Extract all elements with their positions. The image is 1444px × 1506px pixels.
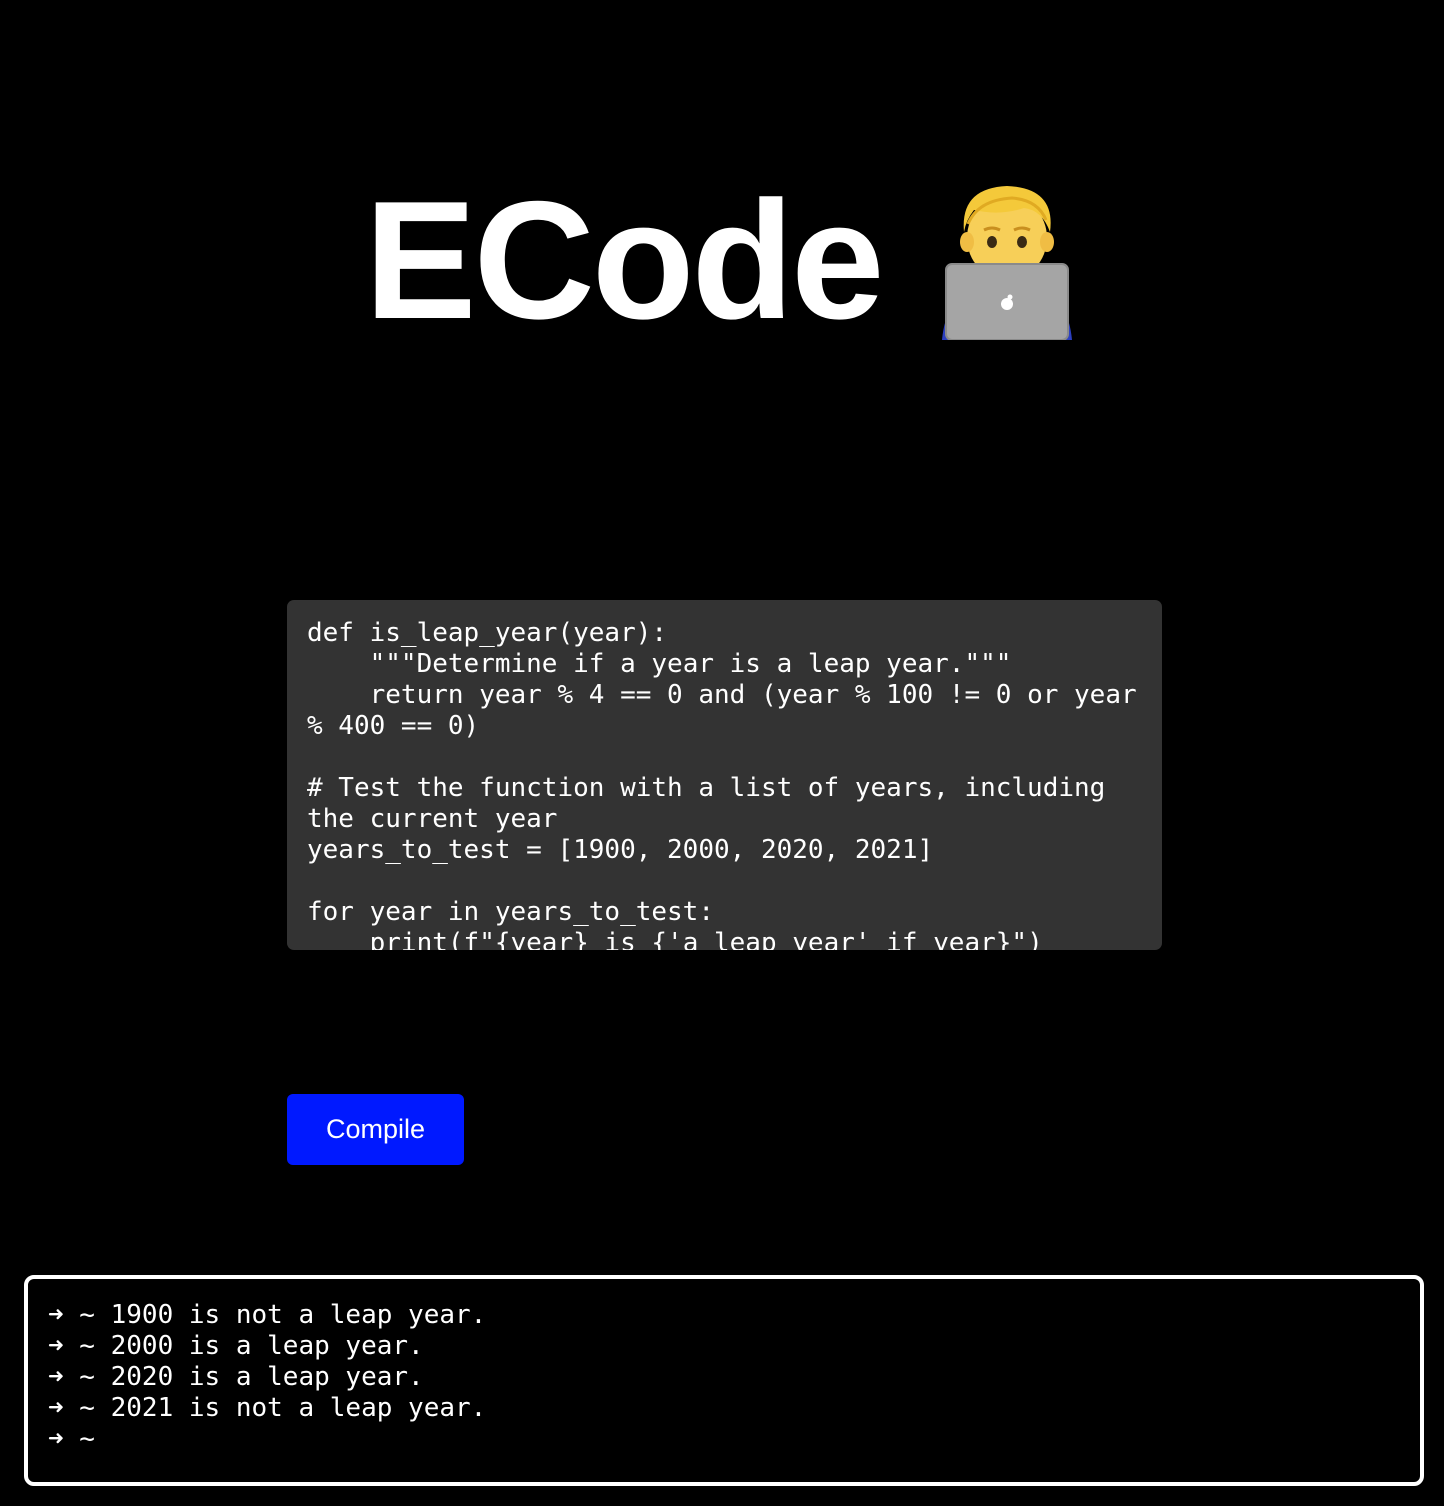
terminal-line: ➜ ~ 1900 is not a leap year. — [48, 1300, 1400, 1331]
technologist-laptop-icon — [941, 186, 1072, 340]
terminal-prompt: ➜ ~ — [48, 1362, 95, 1392]
terminal-line: ➜ ~ 2000 is a leap year. — [48, 1331, 1400, 1362]
terminal-line-text: 1900 is not a leap year. — [110, 1300, 487, 1330]
terminal-prompt: ➜ ~ — [48, 1393, 95, 1423]
terminal-line: ➜ ~ — [48, 1424, 1400, 1455]
terminal-output: ➜ ~ 1900 is not a leap year. ➜ ~ 2000 is… — [24, 1275, 1424, 1486]
terminal-line-text: 2020 is a leap year. — [110, 1362, 424, 1392]
terminal-line-text: 2000 is a leap year. — [110, 1331, 424, 1361]
terminal-prompt: ➜ ~ — [48, 1331, 95, 1361]
header: ECode — [0, 170, 1444, 350]
terminal-prompt: ➜ ~ — [48, 1300, 95, 1330]
terminal-prompt: ➜ ~ — [48, 1424, 95, 1454]
terminal-line: ➜ ~ 2020 is a leap year. — [48, 1362, 1400, 1393]
terminal-line-text: 2021 is not a leap year. — [110, 1393, 487, 1423]
compile-button[interactable]: Compile — [287, 1094, 464, 1165]
code-editor[interactable]: def is_leap_year(year): """Determine if … — [287, 600, 1162, 950]
code-editor-text[interactable]: def is_leap_year(year): """Determine if … — [307, 618, 1142, 950]
terminal-line: ➜ ~ 2021 is not a leap year. — [48, 1393, 1400, 1424]
page-title: ECode — [364, 166, 884, 354]
